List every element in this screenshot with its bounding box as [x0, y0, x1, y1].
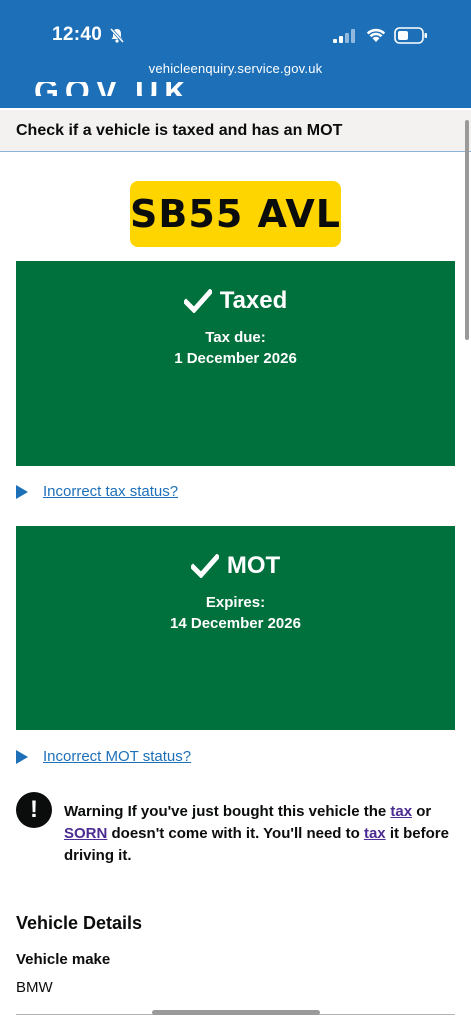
scrollbar[interactable] — [465, 120, 469, 340]
cellular-signal-icon — [333, 29, 355, 43]
expand-triangle-icon — [16, 749, 28, 764]
tax-link[interactable]: tax — [390, 803, 412, 820]
warning-or: or — [416, 803, 432, 820]
vehicle-make-value: BMW — [16, 979, 53, 996]
tax-status-heading: Taxed — [16, 287, 455, 315]
vehicle-make-label: Vehicle make — [16, 951, 111, 968]
mot-expires-label: Expires: — [205, 594, 266, 611]
service-header: Check if a vehicle is taxed and has an M… — [0, 110, 471, 152]
tick-icon — [183, 289, 212, 313]
incorrect-mot-details[interactable]: Incorrect MOT status? — [16, 748, 191, 765]
sorn-link[interactable]: SORN — [64, 825, 107, 842]
home-indicator[interactable] — [152, 1010, 320, 1015]
tax-due-label: Tax due: — [205, 329, 266, 346]
battery-icon — [394, 27, 427, 44]
silent-bell-icon — [109, 27, 125, 43]
govuk-logo[interactable]: GOV.UK — [34, 82, 193, 96]
vehicle-details-heading: Vehicle Details — [16, 913, 143, 933]
expand-triangle-icon — [16, 484, 28, 499]
mot-status-text: MOT — [226, 552, 281, 579]
service-title[interactable]: Check if a vehicle is taxed and has an M… — [16, 122, 342, 140]
tax-link-2[interactable]: tax — [364, 825, 386, 842]
tax-due-date: 1 December 2026 — [174, 350, 297, 367]
warning-middle: doesn't come with it. You'll need to — [111, 825, 360, 842]
wifi-icon — [366, 28, 386, 42]
mot-status-heading: MOT — [16, 552, 455, 580]
incorrect-tax-link[interactable]: Incorrect tax status? — [43, 483, 178, 500]
mot-expiry-date: 14 December 2026 — [170, 615, 301, 632]
tick-icon — [190, 554, 219, 578]
warning-exclamation-icon: ! — [16, 792, 52, 828]
warning-prefix: Warning If you've just bought this vehic… — [64, 803, 387, 820]
tax-status-panel: Taxed Tax due: 1 December 2026 — [16, 261, 455, 466]
registration-plate: SB55 AVL — [130, 181, 341, 247]
status-time: 12:40 — [52, 24, 103, 45]
incorrect-mot-link[interactable]: Incorrect MOT status? — [43, 748, 191, 765]
browser-top-bar: 12:40 vehicleenquiry.service.gov.uk GOV.… — [0, 0, 471, 108]
warning-message: Warning If you've just bought this vehic… — [64, 801, 454, 867]
address-bar-url[interactable]: vehicleenquiry.service.gov.uk — [0, 61, 471, 76]
incorrect-tax-details[interactable]: Incorrect tax status? — [16, 483, 178, 500]
mot-status-panel: MOT Expires: 14 December 2026 — [16, 526, 455, 730]
tax-status-text: Taxed — [219, 287, 288, 314]
